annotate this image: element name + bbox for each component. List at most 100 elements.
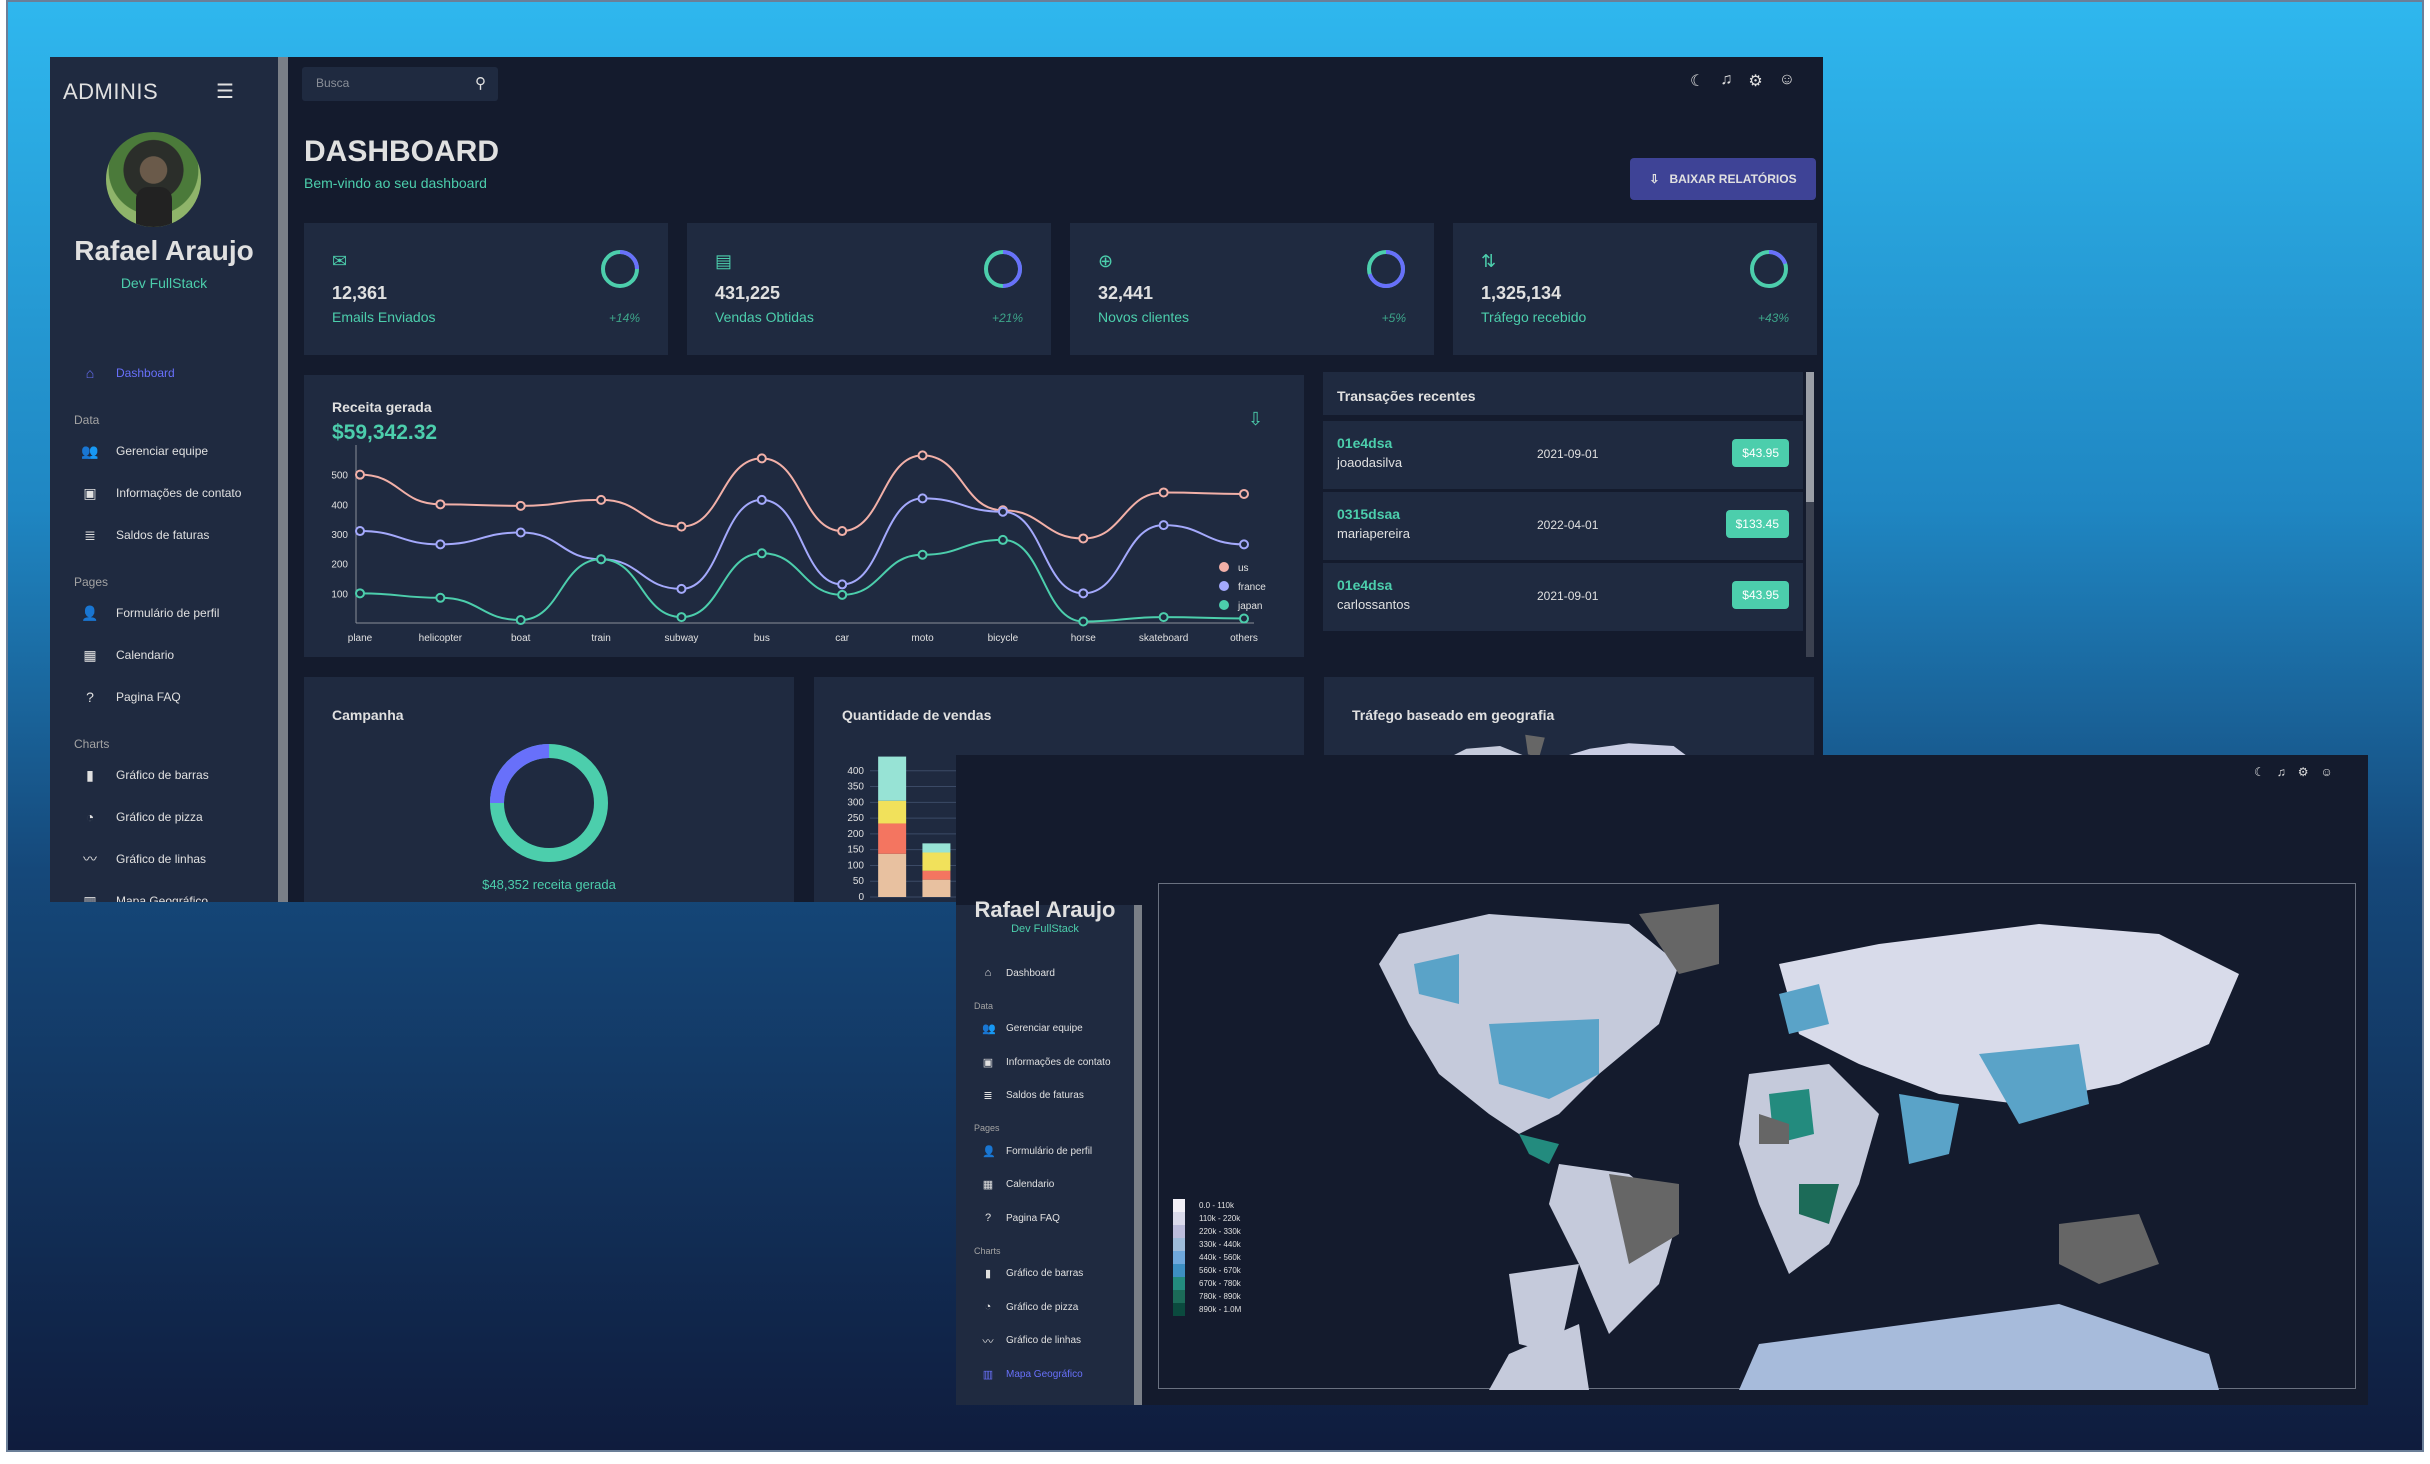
person-icon: 👤: [81, 604, 99, 621]
series-line-japan: [359, 538, 1245, 623]
sidebar-item-informa-es-de-contato[interactable]: ▣ Informações de contato: [956, 1050, 1134, 1074]
sidebar-item-label: Formulário de perfil: [116, 606, 220, 620]
y-tick-label: 200: [331, 560, 348, 571]
y-tick-label: 400: [331, 500, 348, 511]
stat-value: 32,441: [1098, 283, 1154, 303]
legend-label: 780k - 890k: [1199, 1292, 1241, 1301]
sidebar-item-gr-fico-de-barras[interactable]: ▮ Gráfico de barras: [956, 1262, 1134, 1286]
sidebar-item-gr-fico-de-barras[interactable]: ▮ Gráfico de barras: [50, 759, 278, 791]
sidebar-item-mapa-geogr-fico[interactable]: ▥ Mapa Geográfico: [956, 1362, 1134, 1386]
notifications-icon[interactable]: ♫: [2277, 765, 2286, 779]
help-icon: ?: [984, 1212, 992, 1224]
legend-swatch: [1173, 1225, 1185, 1238]
sidebar-item-gerenciar-equipe[interactable]: 👥 Gerenciar equipe: [50, 435, 278, 467]
legend-label: 560k - 670k: [1199, 1266, 1241, 1275]
map-legend-item: 670k - 780k: [1173, 1277, 1241, 1290]
data-point: [596, 494, 607, 505]
dark-mode-icon[interactable]: ☾: [2254, 765, 2265, 779]
sidebar-item-dashboard[interactable]: ⌂ Dashboard: [956, 961, 1134, 985]
menu-icon[interactable]: ☰: [216, 79, 234, 104]
person-icon[interactable]: ☺: [1779, 71, 1795, 91]
stat-value: 431,225: [715, 283, 781, 303]
sidebar-section-charts: Charts: [974, 1245, 1001, 1256]
sidebar-scrollbar[interactable]: [278, 57, 288, 902]
help-icon: ?: [86, 689, 94, 705]
user-name: Rafael Araujo: [74, 235, 254, 266]
sidebar-item-calendario[interactable]: ▦ Calendario: [50, 639, 278, 671]
sidebar-item-label: Gráfico de pizza: [1006, 1301, 1079, 1313]
sidebar-item-label: Calendario: [116, 648, 175, 662]
sidebar-item-saldos-de-faturas[interactable]: ≣ Saldos de faturas: [50, 519, 278, 551]
stat-progress-ring: [1750, 250, 1788, 288]
sidebar-item-formul-rio-de-perfil[interactable]: 👤 Formulário de perfil: [50, 597, 278, 629]
data-point: [1078, 616, 1089, 627]
y-tick-label: 150: [847, 845, 864, 856]
sidebar-item-label: Gráfico de linhas: [1006, 1335, 1082, 1346]
transactions-header: Transações recentes: [1323, 372, 1803, 418]
y-tick-label: 350: [847, 782, 864, 793]
data-point: [756, 494, 767, 505]
download-reports-button[interactable]: ⇩ BAIXAR RELATÓRIOS: [1630, 158, 1816, 200]
sidebar-item-gerenciar-equipe[interactable]: 👥 Gerenciar equipe: [956, 1017, 1134, 1041]
campaign-donut-chart: [490, 744, 608, 862]
search-placeholder: Busca: [316, 76, 350, 90]
x-tick-label: plane: [348, 633, 373, 644]
sidebar-item-mapa-geogr-fico[interactable]: ▥ Mapa Geográfico: [50, 885, 278, 903]
data-point: [997, 506, 1008, 517]
sidebar-item-label: Dashboard: [116, 366, 175, 380]
x-tick-label: moto: [911, 633, 934, 644]
map-legend-item: 110k - 220k: [1173, 1212, 1241, 1225]
search-input[interactable]: Busca ⚲: [302, 67, 498, 101]
data-point: [515, 527, 526, 538]
data-point: [515, 615, 526, 626]
person-icon[interactable]: ☺: [2321, 765, 2333, 779]
stat-label: Emails Enviados: [332, 309, 436, 325]
notifications-icon[interactable]: ♫: [1720, 71, 1732, 91]
map-legend-item: 220k - 330k: [1173, 1225, 1241, 1238]
sidebar-item-dashboard[interactable]: ⌂ Dashboard: [50, 357, 278, 389]
sidebar-item-informa-es-de-contato[interactable]: ▣ Informações de contato: [50, 477, 278, 509]
data-point: [837, 589, 848, 600]
transactions-title: Transações recentes: [1337, 388, 1476, 404]
legend-swatch: [1173, 1238, 1185, 1251]
x-tick-label: boat: [511, 633, 531, 644]
bar-segment-donut: [878, 756, 907, 801]
contacts-icon: ▣: [83, 484, 97, 501]
bar-segment-hot-dog: [878, 853, 907, 897]
topbar-icons: ☾ ♫ ⚙ ☺: [1690, 71, 1795, 91]
search-icon[interactable]: ⚲: [475, 74, 486, 92]
x-tick-label: car: [835, 633, 850, 644]
stat-value: 12,361: [332, 283, 388, 303]
stat-percent: +5%: [1381, 311, 1406, 325]
sidebar-item-formul-rio-de-perfil[interactable]: 👤 Formulário de perfil: [956, 1139, 1134, 1163]
sidebar-item-calendario[interactable]: ▦ Calendario: [956, 1173, 1134, 1197]
data-point: [515, 500, 526, 511]
data-point: [596, 554, 607, 565]
pie-chart-icon: ◔: [85, 809, 95, 825]
legend-label: japan: [1237, 601, 1262, 612]
sidebar-item-pagina-faq[interactable]: ? Pagina FAQ: [50, 681, 278, 713]
map-legend-item: 330k - 440k: [1173, 1238, 1241, 1251]
sidebar-item-gr-fico-de-pizza[interactable]: ◔ Gráfico de pizza: [50, 801, 278, 833]
sidebar-item-saldos-de-faturas[interactable]: ≣ Saldos de faturas: [956, 1084, 1134, 1108]
legend-label: france: [1238, 582, 1266, 593]
sidebar-item-gr-fico-de-linhas[interactable]: 〰 Gráfico de linhas: [956, 1329, 1134, 1353]
legend-label: 110k - 220k: [1199, 1214, 1241, 1223]
sidebar-item-pagina-faq[interactable]: ? Pagina FAQ: [956, 1206, 1134, 1230]
legend-swatch: [1219, 562, 1229, 572]
dark-mode-icon[interactable]: ☾: [1690, 71, 1704, 91]
bar-segment-burger: [922, 870, 951, 880]
transactions-scrollbar[interactable]: [1806, 372, 1814, 657]
people-icon: 👥: [982, 1023, 996, 1035]
legend-swatch: [1173, 1251, 1185, 1264]
sidebar-item-gr-fico-de-linhas[interactable]: 〰 Gráfico de linhas: [50, 843, 278, 875]
map-legend-item: 560k - 670k: [1173, 1264, 1241, 1277]
settings-icon[interactable]: ⚙: [2298, 765, 2309, 779]
user-role: Dev FullStack: [120, 275, 208, 291]
transaction-id: 01e4dsa: [1337, 435, 1393, 451]
sidebar-item-gr-fico-de-pizza[interactable]: ◔ Gráfico de pizza: [956, 1295, 1134, 1319]
settings-icon[interactable]: ⚙: [1748, 71, 1762, 91]
transaction-user: carlossantos: [1337, 597, 1410, 612]
geo-sidebar-scrollbar[interactable]: [1134, 905, 1142, 1405]
data-point: [676, 612, 687, 623]
